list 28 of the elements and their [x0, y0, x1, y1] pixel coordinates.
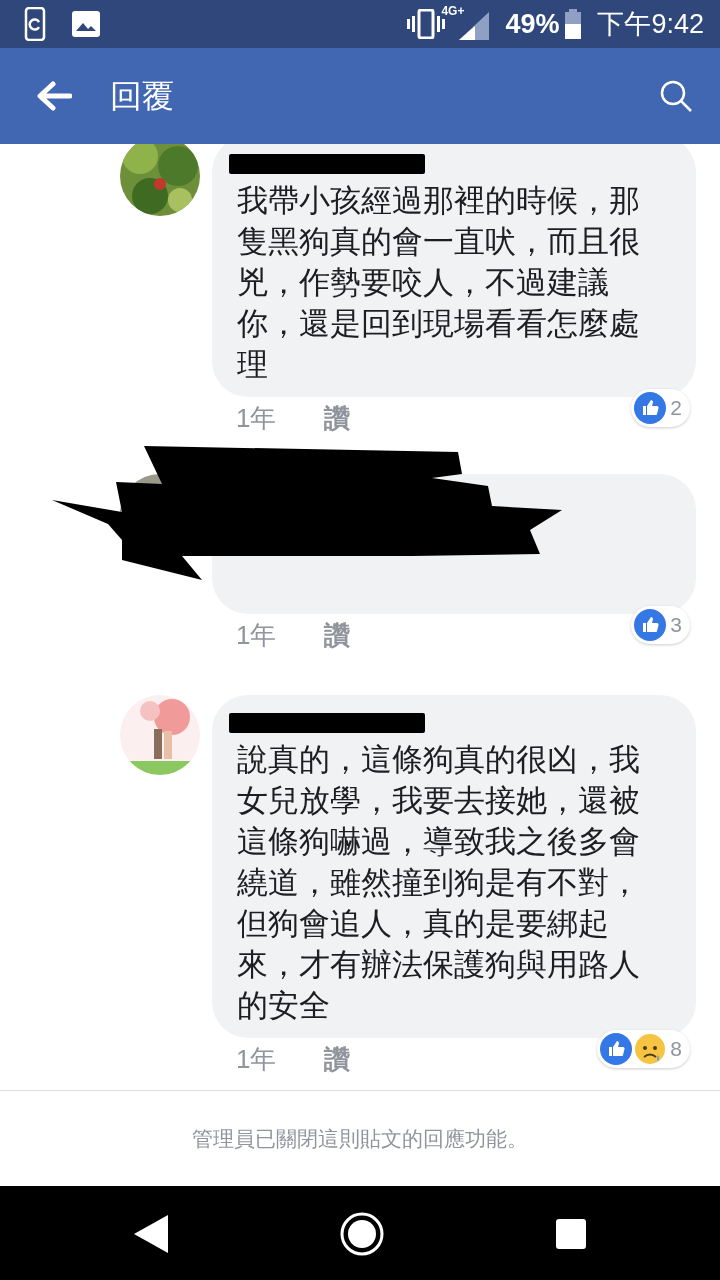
- back-arrow-icon[interactable]: [36, 81, 72, 111]
- network-label: 4G+: [441, 3, 465, 20]
- comment-time: 1年: [236, 619, 277, 652]
- page-title: 回覆: [110, 77, 174, 116]
- thumbs-up-icon: [600, 1033, 633, 1065]
- sad-face-icon: [634, 1033, 667, 1065]
- reaction-count: 8: [670, 1036, 682, 1063]
- recents-icon[interactable]: [556, 1218, 586, 1249]
- battery-icon: [565, 9, 582, 39]
- sync-icon: [24, 7, 46, 41]
- comment-text: 說真的，這條狗真的很凶，我女兒放學，我要去接她，還被這條狗嚇過，導致我之後多會繞道，雖然撞到狗是有不對，但狗會追人，真的是要綁起來，才有辦法保護狗與用路人的安全: [237, 741, 641, 1025]
- reaction-count: 2: [670, 395, 682, 422]
- search-icon[interactable]: [660, 80, 692, 112]
- battery-percent: 49%: [505, 7, 560, 41]
- like-link[interactable]: 讚: [324, 1040, 351, 1079]
- comment-time: 1年: [236, 402, 277, 435]
- comment-time: 1年: [236, 1043, 277, 1076]
- reaction-count: 3: [670, 612, 682, 639]
- image-icon: [72, 11, 100, 37]
- like-link[interactable]: 讚: [324, 399, 351, 438]
- thumbs-up-icon: [634, 609, 667, 641]
- home-icon[interactable]: [340, 1211, 384, 1256]
- thumbs-up-icon: [634, 392, 667, 424]
- like-link[interactable]: 讚: [324, 616, 351, 655]
- clock: 下午9:42: [597, 7, 704, 41]
- comment-text: 我帶小孩經過那裡的時候，那隻黑狗真的會一直吠，而且很兇，作勢要咬人，不過建議你，還是回到現場看看怎麼處理: [237, 182, 641, 384]
- closed-notice: 管理員已關閉這則貼文的回應功能。: [192, 1125, 528, 1152]
- back-icon[interactable]: [134, 1214, 168, 1253]
